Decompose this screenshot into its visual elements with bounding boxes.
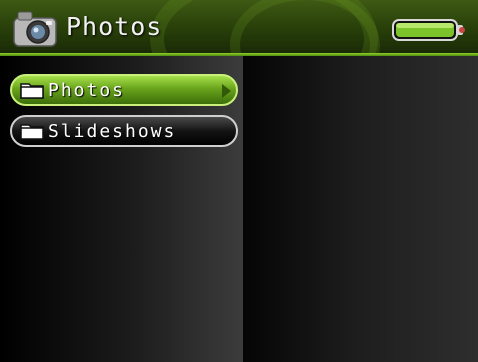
battery-icon bbox=[392, 19, 465, 41]
camera-icon bbox=[13, 11, 57, 47]
menu-item-photos[interactable]: Photos bbox=[10, 74, 238, 106]
menu-item-label: Photos bbox=[48, 79, 126, 101]
folder-icon bbox=[20, 124, 44, 140]
chevron-right-icon bbox=[222, 84, 231, 98]
page-title: Photos bbox=[66, 12, 163, 41]
header-bar: Photos bbox=[0, 0, 478, 56]
folder-icon bbox=[20, 83, 44, 99]
menu-item-slideshows[interactable]: Slideshows bbox=[10, 115, 238, 147]
preview-pane bbox=[243, 56, 478, 362]
menu-item-label: Slideshows bbox=[48, 120, 177, 142]
header-decoration bbox=[230, 0, 380, 56]
